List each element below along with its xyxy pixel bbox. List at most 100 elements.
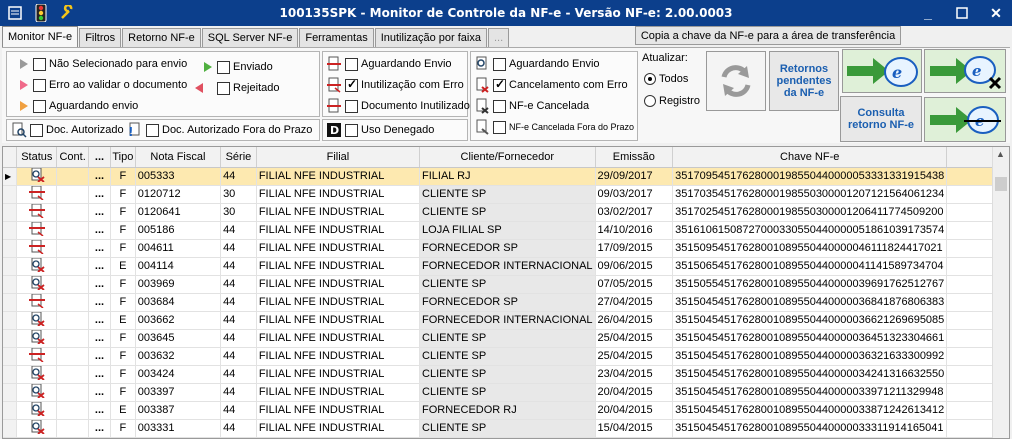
row-ellipsis[interactable]: ... xyxy=(88,293,111,312)
row-chave: 3515045451762800108955044000003397121132… xyxy=(672,383,948,402)
checkbox-uso-denegado[interactable] xyxy=(345,123,358,137)
table-row[interactable]: ... E 003387 44 FILIAL NFE INDUSTRIAL FORNECE… xyxy=(3,401,1009,420)
table-row[interactable]: ... F 004611 44 FILIAL NFE INDUSTRIAL FORNECE… xyxy=(3,239,1009,258)
menu-icon[interactable] xyxy=(4,2,26,24)
copy-key-button[interactable]: Copia a chave da NF-e para a área de tra… xyxy=(635,26,901,45)
row-filial: FILIAL NFE INDUSTRIAL xyxy=(256,365,421,384)
status-error-icon xyxy=(31,383,45,399)
tab-retorno-nfe[interactable]: Retorno NF-e xyxy=(122,28,201,47)
row-ellipsis[interactable]: ... xyxy=(88,257,111,276)
table-row[interactable]: ... F 003684 44 FILIAL NFE INDUSTRIAL FORNECE… xyxy=(3,293,1009,312)
header-nota-fiscal[interactable]: Nota Fiscal xyxy=(135,147,222,168)
label-inut-erro: Inutilização com Erro xyxy=(361,79,464,91)
checkbox-canc-fora-prazo[interactable] xyxy=(493,120,506,134)
checkbox-nao-selecionado[interactable] xyxy=(33,57,46,71)
row-cont xyxy=(56,185,90,204)
scroll-thumb[interactable] xyxy=(995,177,1007,191)
row-emissao: 14/10/2016 xyxy=(595,221,674,240)
table-row[interactable]: ... F 003397 44 FILIAL NFE INDUSTRIAL CLIENTE… xyxy=(3,383,1009,402)
header-serie[interactable]: Série xyxy=(220,147,257,168)
header-cliente[interactable]: Cliente/Fornecedor xyxy=(419,147,596,168)
table-row[interactable]: ... E 003662 44 FILIAL NFE INDUSTRIAL FORNECE… xyxy=(3,311,1009,330)
checkbox-enviado[interactable] xyxy=(217,60,230,74)
row-status xyxy=(16,239,58,258)
table-row[interactable]: ... F 005186 44 FILIAL NFE INDUSTRIAL LOJA FI… xyxy=(3,221,1009,240)
row-serie: 44 xyxy=(220,167,257,186)
header-cont[interactable]: Cont. xyxy=(56,147,90,168)
close-button[interactable]: ✕ xyxy=(986,3,1006,23)
table-row[interactable]: ... F 003645 44 FILIAL NFE INDUSTRIAL CLIENTE… xyxy=(3,329,1009,348)
row-ellipsis[interactable]: ... xyxy=(88,419,111,438)
cancel-nfe-button[interactable]: e xyxy=(924,49,1006,93)
table-row[interactable]: ... F 0120641 30 FILIAL NFE INDUSTRIAL CLIENT… xyxy=(3,203,1009,222)
row-status xyxy=(16,293,58,312)
header-tipo[interactable]: Tipo xyxy=(110,147,136,168)
row-ellipsis[interactable]: ... xyxy=(88,347,111,366)
checkbox-nfe-cancelada[interactable] xyxy=(493,99,506,113)
retornos-pendentes-button[interactable]: Retornos pendentes da NF-e xyxy=(769,51,839,111)
header-emissao[interactable]: Emissão xyxy=(595,147,674,168)
checkbox-inut-aguardando[interactable] xyxy=(345,57,358,71)
row-ellipsis[interactable]: ... xyxy=(88,221,111,240)
tab-filtros[interactable]: Filtros xyxy=(79,28,122,47)
label-registro: Registro xyxy=(659,95,700,107)
tab-more[interactable]: ... xyxy=(487,28,510,47)
tab-monitor-nfe[interactable]: Monitor NF-e xyxy=(2,26,79,47)
row-cliente: CLIENTE SP xyxy=(419,329,596,348)
table-row[interactable]: ... F 003632 44 FILIAL NFE INDUSTRIAL CLIENTE… xyxy=(3,347,1009,366)
table-row[interactable]: ... F 0120712 30 FILIAL NFE INDUSTRIAL CLIENT… xyxy=(3,185,1009,204)
table-row[interactable]: ... E 004114 44 FILIAL NFE INDUSTRIAL FORNECE… xyxy=(3,257,1009,276)
table-row[interactable]: ▶... F 005333 44 FILIAL NFE INDUSTRIAL FILIAL… xyxy=(3,167,1009,186)
checkbox-rejeitado[interactable] xyxy=(217,81,230,95)
checkbox-aguardando-envio[interactable] xyxy=(33,99,46,113)
scroll-up-icon[interactable]: ▲ xyxy=(996,149,1005,159)
legend-canc-aguardando: Aguardando Envio xyxy=(474,55,600,73)
checkbox-inut-erro[interactable] xyxy=(345,77,358,92)
denegado-icon: D xyxy=(327,123,341,137)
svg-text:D: D xyxy=(330,124,339,137)
row-ellipsis[interactable]: ... xyxy=(88,185,111,204)
nfe-grid[interactable]: Status Cont. ... Tipo Nota Fiscal Série … xyxy=(2,146,1010,439)
row-ellipsis[interactable]: ... xyxy=(88,329,111,348)
tab-sql-server-nfe[interactable]: SQL Server NF-e xyxy=(201,28,299,47)
checkbox-erro-validar[interactable] xyxy=(33,78,46,92)
radio-registro[interactable] xyxy=(644,95,656,107)
table-row[interactable]: ... F 003424 44 FILIAL NFE INDUSTRIAL CLIENTE… xyxy=(3,365,1009,384)
row-ellipsis[interactable]: ... xyxy=(88,311,111,330)
header-status[interactable]: Status xyxy=(16,147,58,168)
vertical-scrollbar[interactable]: ▲ xyxy=(992,147,1009,438)
minimize-button[interactable]: _ xyxy=(918,3,938,23)
row-ellipsis[interactable]: ... xyxy=(88,239,111,258)
header-ellipsis[interactable]: ... xyxy=(88,147,111,168)
refresh-button[interactable] xyxy=(706,51,766,111)
checkbox-doc-autorizado[interactable] xyxy=(30,123,43,137)
checkbox-doc-fora-prazo[interactable] xyxy=(146,123,159,137)
row-ellipsis[interactable]: ... xyxy=(88,167,111,186)
wrench-icon[interactable] xyxy=(56,2,78,24)
row-cont xyxy=(56,293,90,312)
checkbox-canc-erro[interactable] xyxy=(493,77,506,92)
consulta-retorno-button[interactable]: Consulta retorno NF-e xyxy=(840,96,922,142)
inutilizado-doc-icon xyxy=(327,56,341,71)
row-serie: 44 xyxy=(220,347,257,366)
header-filial[interactable]: Filial xyxy=(256,147,421,168)
tab-ferramentas[interactable]: Ferramentas xyxy=(299,28,374,47)
send-nfe-button[interactable]: e xyxy=(842,49,922,93)
inutilizar-nfe-button[interactable]: e xyxy=(924,97,1006,142)
radio-todos[interactable] xyxy=(644,73,656,85)
row-ellipsis[interactable]: ... xyxy=(88,275,111,294)
table-row[interactable]: ... F 003331 44 FILIAL NFE INDUSTRIAL CLIENTE… xyxy=(3,419,1009,438)
row-ellipsis[interactable]: ... xyxy=(88,383,111,402)
tab-inutilizacao-faixa[interactable]: Inutilização por faixa xyxy=(374,28,487,47)
checkbox-doc-inutilizado[interactable] xyxy=(345,99,358,113)
table-row[interactable]: ... F 003969 44 FILIAL NFE INDUSTRIAL CLIENTE… xyxy=(3,275,1009,294)
row-ellipsis[interactable]: ... xyxy=(88,203,111,222)
maximize-button[interactable] xyxy=(952,3,972,23)
traffic-light-icon[interactable] xyxy=(30,2,52,24)
row-ellipsis[interactable]: ... xyxy=(88,401,111,420)
row-cont xyxy=(56,203,90,222)
row-ellipsis[interactable]: ... xyxy=(88,365,111,384)
pink-arrow-icon xyxy=(11,80,29,90)
header-chave[interactable]: Chave NF-e xyxy=(672,147,948,168)
checkbox-canc-aguardando[interactable] xyxy=(493,57,506,71)
